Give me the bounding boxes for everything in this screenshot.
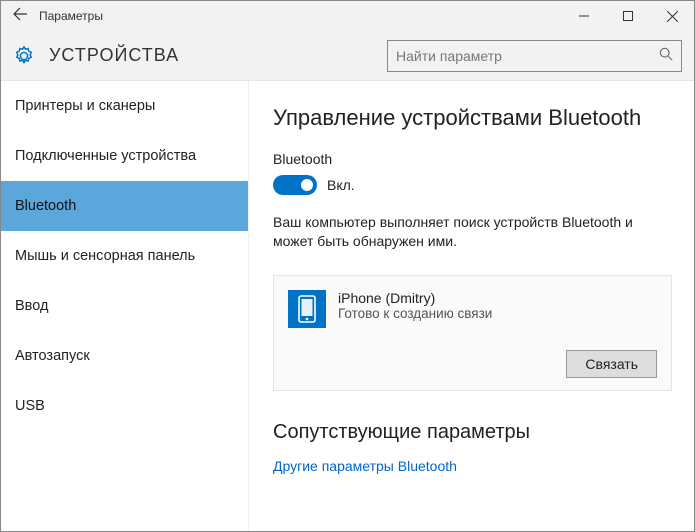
sidebar-item-label: Ввод: [15, 298, 48, 314]
titlebar: Параметры: [1, 1, 694, 31]
sidebar-item-label: Bluetooth: [15, 198, 76, 214]
page-title: УСТРОЙСТВА: [49, 45, 179, 66]
toggle-state-text: Вкл.: [327, 177, 355, 193]
device-name: iPhone (Dmitry): [338, 290, 657, 306]
gear-icon: [13, 45, 35, 67]
search-input[interactable]: [396, 48, 659, 64]
pair-button[interactable]: Связать: [566, 350, 657, 378]
search-box[interactable]: [387, 40, 682, 72]
bluetooth-toggle[interactable]: [273, 175, 317, 195]
sidebar-item-mouse-touchpad[interactable]: Мышь и сенсорная панель: [1, 231, 248, 281]
sidebar-item-printers[interactable]: Принтеры и сканеры: [1, 81, 248, 131]
sidebar: Принтеры и сканеры Подключенные устройст…: [1, 81, 249, 531]
sidebar-item-label: Подключенные устройства: [15, 148, 196, 164]
device-card[interactable]: iPhone (Dmitry) Готово к созданию связи …: [273, 275, 672, 391]
sidebar-item-connected-devices[interactable]: Подключенные устройства: [1, 131, 248, 181]
search-icon: [659, 47, 673, 64]
sidebar-item-bluetooth[interactable]: Bluetooth: [1, 181, 248, 231]
back-button[interactable]: [1, 6, 39, 27]
header: УСТРОЙСТВА: [1, 31, 694, 81]
toggle-label: Bluetooth: [273, 151, 672, 167]
close-icon: [667, 11, 678, 22]
toggle-knob: [301, 179, 313, 191]
bluetooth-description: Ваш компьютер выполняет поиск устройств …: [273, 213, 672, 251]
content-heading: Управление устройствами Bluetooth: [273, 105, 672, 131]
sidebar-item-typing[interactable]: Ввод: [1, 281, 248, 331]
back-arrow-icon: [12, 6, 28, 22]
sidebar-item-label: Автозапуск: [15, 348, 90, 364]
window-title: Параметры: [39, 9, 103, 23]
device-status: Готово к созданию связи: [338, 306, 657, 321]
sidebar-item-usb[interactable]: USB: [1, 381, 248, 431]
content: Управление устройствами Bluetooth Blueto…: [249, 81, 694, 531]
sidebar-item-label: Принтеры и сканеры: [15, 98, 155, 114]
maximize-icon: [623, 11, 633, 21]
sidebar-item-autoplay[interactable]: Автозапуск: [1, 331, 248, 381]
sidebar-item-label: Мышь и сенсорная панель: [15, 248, 195, 264]
minimize-button[interactable]: [562, 1, 606, 31]
maximize-button[interactable]: [606, 1, 650, 31]
minimize-icon: [579, 11, 589, 21]
related-link[interactable]: Другие параметры Bluetooth: [273, 458, 672, 474]
close-button[interactable]: [650, 1, 694, 31]
phone-icon: [288, 290, 326, 328]
related-heading: Сопутствующие параметры: [273, 421, 672, 444]
sidebar-item-label: USB: [15, 398, 45, 414]
